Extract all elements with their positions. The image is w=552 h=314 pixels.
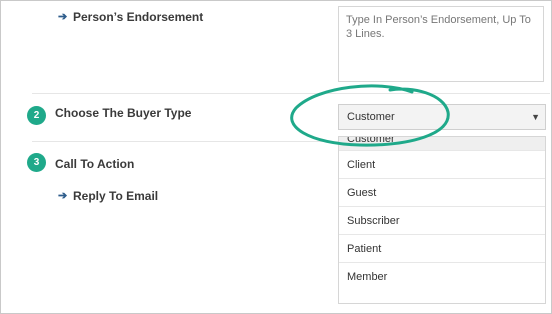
highlight-ellipse	[290, 84, 450, 147]
